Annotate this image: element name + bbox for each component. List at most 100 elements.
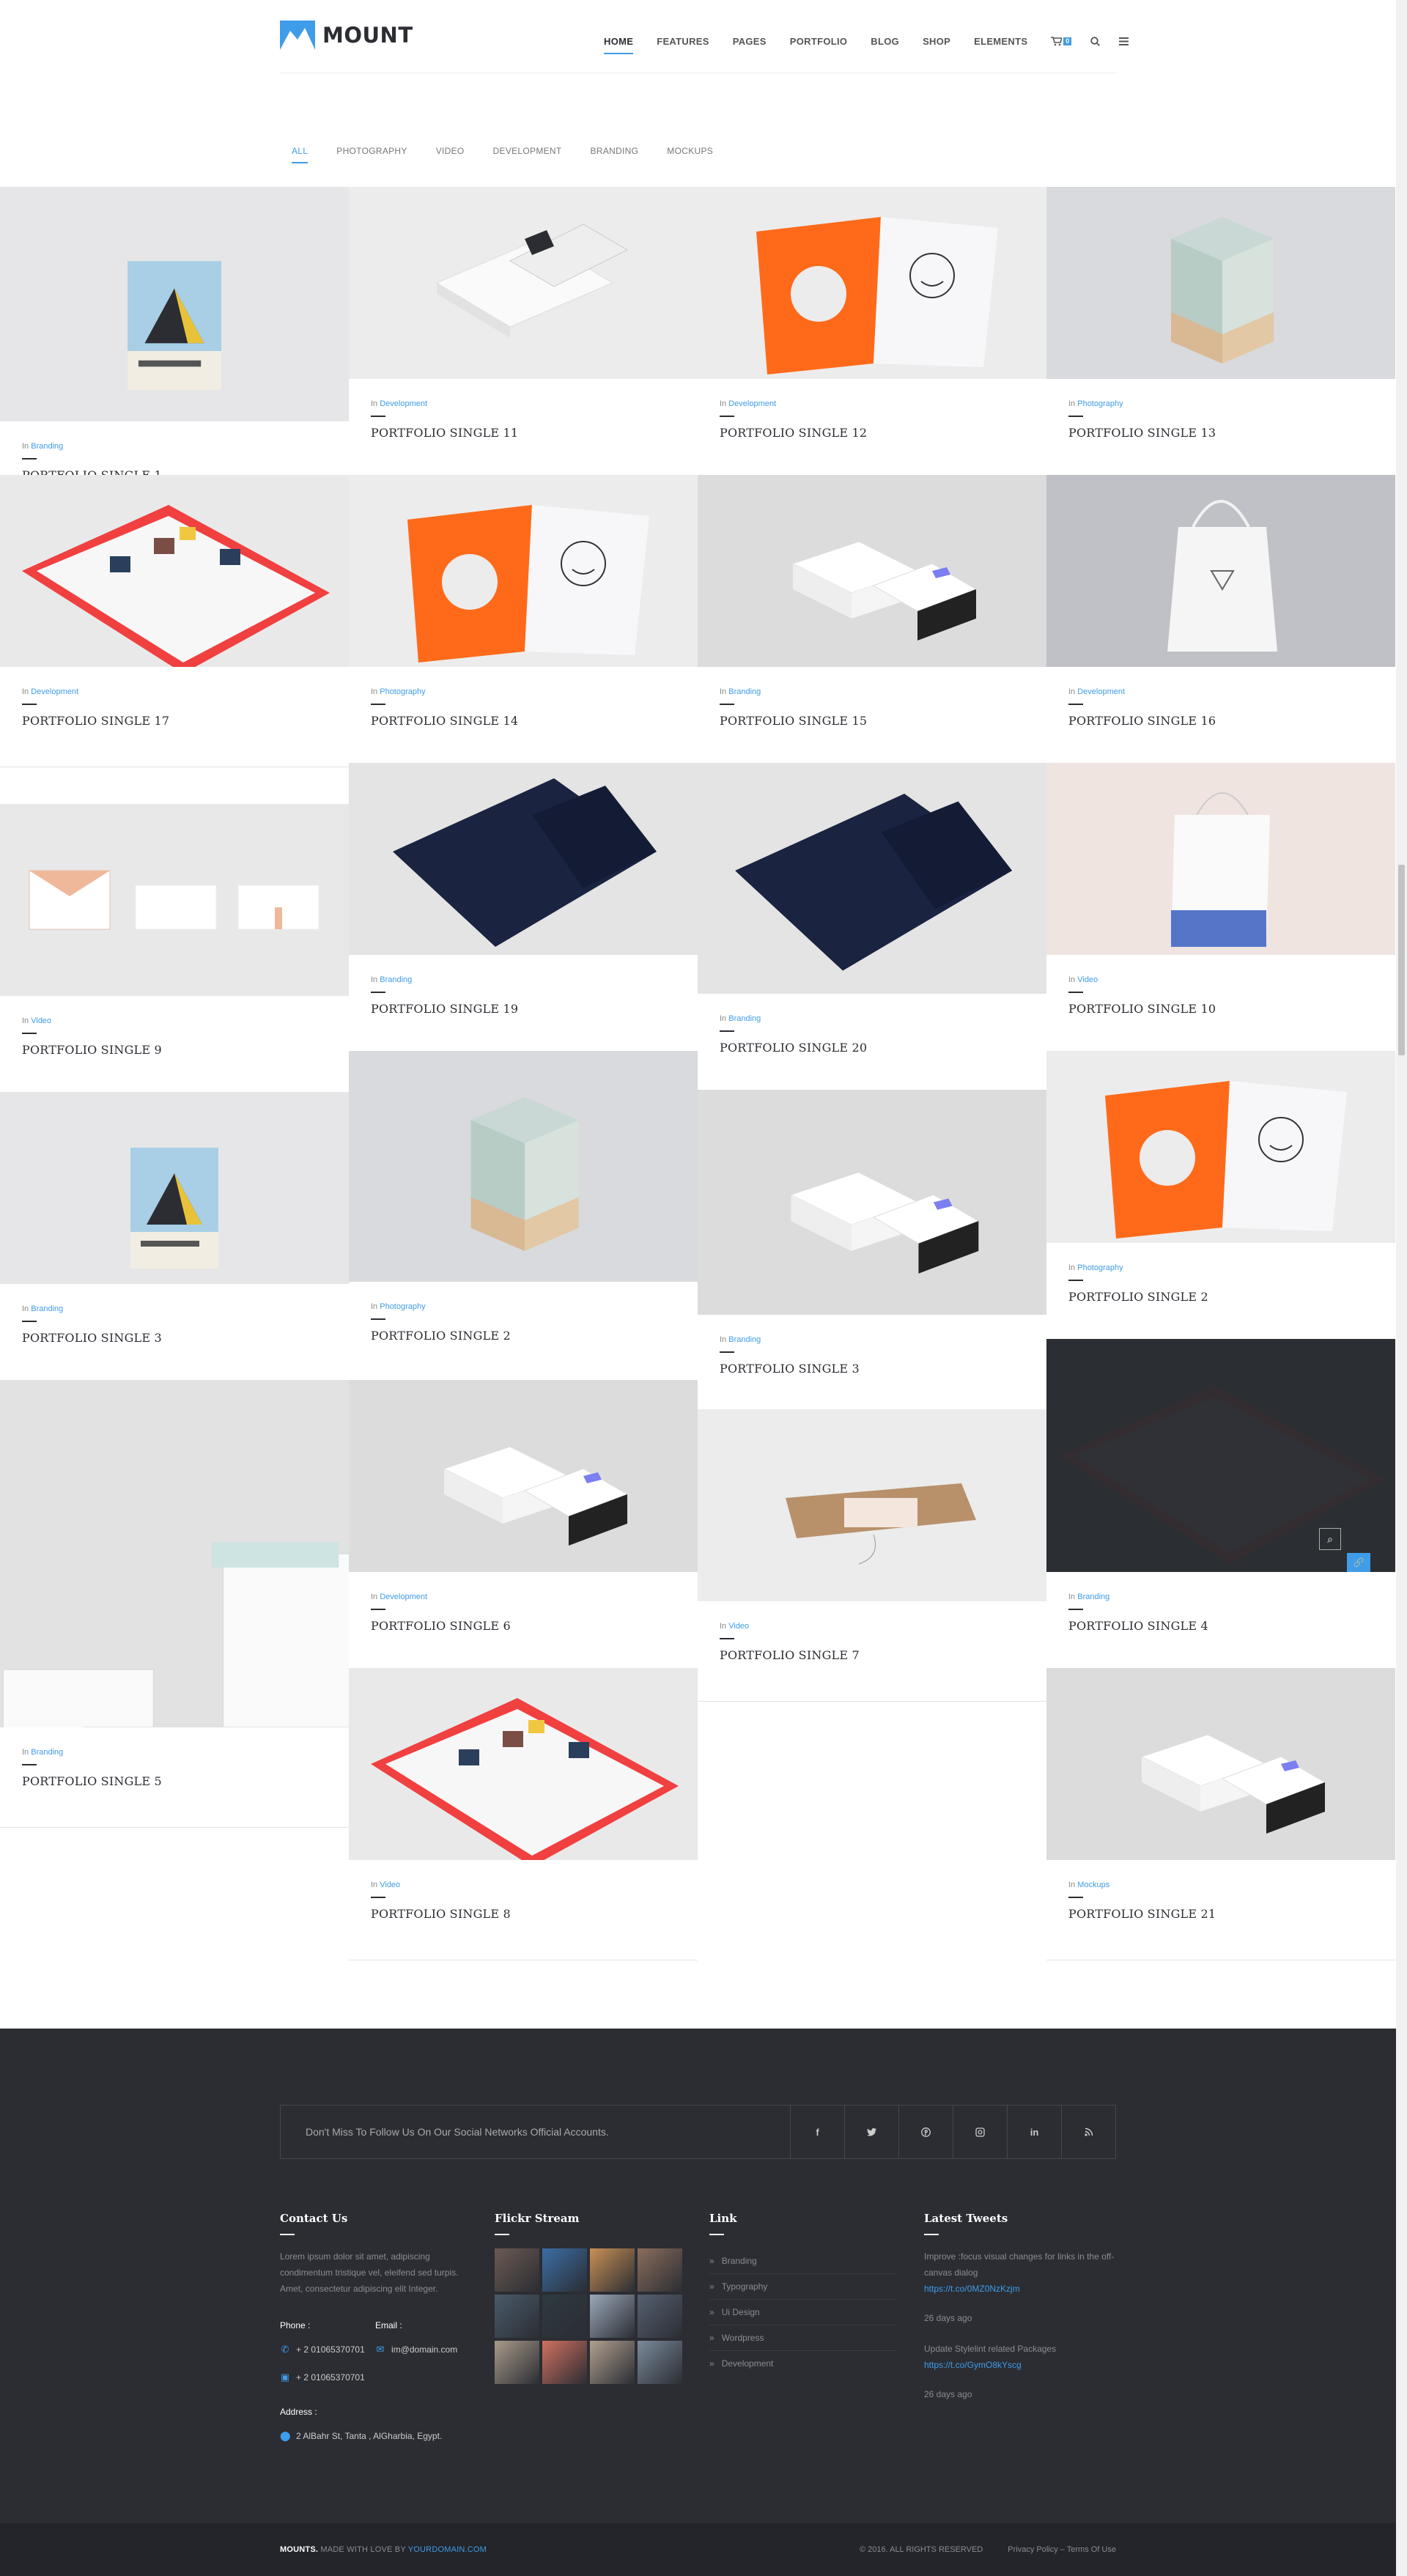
portfolio-thumbnail[interactable] xyxy=(1046,763,1395,955)
portfolio-category-link[interactable]: Branding xyxy=(1077,1593,1109,1601)
tweet-link[interactable]: https://t.co/0MZ0NzKzjm xyxy=(924,2284,1020,2294)
portfolio-category-link[interactable]: Mockups xyxy=(1077,1881,1109,1889)
facebook-icon[interactable]: f xyxy=(790,2106,844,2158)
portfolio-card[interactable]: In BrandingPORTFOLIO SINGLE 1 xyxy=(0,187,349,522)
portfolio-category-link[interactable]: Development xyxy=(1077,687,1125,696)
portfolio-thumbnail[interactable] xyxy=(349,763,698,955)
portfolio-thumbnail[interactable] xyxy=(0,475,349,667)
portfolio-category-link[interactable]: Branding xyxy=(728,1014,761,1023)
portfolio-thumbnail[interactable] xyxy=(1046,187,1395,379)
rss-icon[interactable] xyxy=(1061,2106,1115,2158)
nav-elements[interactable]: ELEMENTS xyxy=(974,36,1027,47)
portfolio-thumbnail[interactable] xyxy=(1046,475,1395,667)
portfolio-category-link[interactable]: Photography xyxy=(380,1302,425,1311)
portfolio-category-link[interactable]: Video xyxy=(728,1622,749,1631)
portfolio-card[interactable]: In Branding PORTFOLIO SINGLE 15 xyxy=(698,475,1046,767)
instagram-icon[interactable] xyxy=(953,2106,1007,2158)
filter-development[interactable]: DEVELOPMENT xyxy=(493,146,562,156)
portfolio-thumbnail[interactable] xyxy=(349,187,698,379)
linkedin-icon[interactable]: in xyxy=(1007,2106,1061,2158)
filter-all[interactable]: ALL xyxy=(292,146,309,163)
portfolio-thumbnail[interactable] xyxy=(698,1090,1046,1315)
logo[interactable]: MOUNT xyxy=(280,21,413,50)
flickr-thumbnail[interactable] xyxy=(495,2341,539,2384)
flickr-thumbnail[interactable] xyxy=(638,2248,682,2292)
nav-home[interactable]: HOME xyxy=(604,36,634,54)
cart-icon[interactable]: 0 xyxy=(1051,36,1072,46)
pinterest-icon[interactable] xyxy=(898,2106,953,2158)
portfolio-card[interactable]: ⌕ 🔗 In Branding PORTFOLIO SINGLE 4 xyxy=(1046,1339,1395,1672)
filter-video[interactable]: VIDEO xyxy=(436,146,465,156)
portfolio-thumbnail[interactable] xyxy=(0,804,349,996)
portfolio-card[interactable]: In Branding PORTFOLIO SINGLE 20 xyxy=(698,763,1046,1094)
search-icon[interactable] xyxy=(1090,36,1101,46)
portfolio-category-link[interactable]: Video xyxy=(1077,975,1098,984)
portfolio-thumbnail[interactable] xyxy=(698,1409,1046,1601)
portfolio-card[interactable]: In Development PORTFOLIO SINGLE 16 xyxy=(1046,475,1395,767)
portfolio-category-link[interactable]: Branding xyxy=(31,1304,63,1313)
privacy-terms-link[interactable]: Privacy Policy – Terms Of Use xyxy=(1008,2545,1116,2554)
portfolio-card[interactable]: In Photography PORTFOLIO SINGLE 2 xyxy=(349,1051,698,1382)
portfolio-title[interactable]: PORTFOLIO SINGLE 7 xyxy=(720,1648,860,1662)
nav-blog[interactable]: BLOG xyxy=(871,36,899,47)
filter-photography[interactable]: PHOTOGRAPHY xyxy=(336,146,407,156)
filter-mockups[interactable]: MOCKUPS xyxy=(667,146,713,156)
portfolio-thumbnail[interactable] xyxy=(0,1092,349,1284)
portfolio-category-link[interactable]: Branding xyxy=(31,442,63,451)
portfolio-title[interactable]: PORTFOLIO SINGLE 16 xyxy=(1068,714,1216,728)
portfolio-category-link[interactable]: Branding xyxy=(380,975,412,984)
zoom-icon[interactable]: ⌕ xyxy=(1319,1528,1341,1550)
footer-link-development[interactable]: » Development xyxy=(709,2351,897,2376)
nav-portfolio[interactable]: PORTFOLIO xyxy=(790,36,848,47)
menu-icon[interactable] xyxy=(1119,37,1129,45)
footer-domain-link[interactable]: YOURDOMAIN.COM xyxy=(408,2545,487,2554)
portfolio-card[interactable]: In Photography PORTFOLIO SINGLE 13 xyxy=(1046,187,1395,479)
tweet-link[interactable]: https://t.co/GymO8kYscg xyxy=(924,2360,1022,2370)
portfolio-thumbnail[interactable] xyxy=(698,187,1046,379)
flickr-thumbnail[interactable] xyxy=(590,2248,635,2292)
portfolio-category-link[interactable]: Branding xyxy=(31,1748,63,1757)
portfolio-thumbnail[interactable] xyxy=(0,187,349,421)
portfolio-card[interactable]: In Video PORTFOLIO SINGLE 9 xyxy=(0,804,349,1096)
portfolio-category-link[interactable]: Development xyxy=(728,399,776,408)
portfolio-card[interactable]: In Mockups PORTFOLIO SINGLE 21 xyxy=(1046,1668,1395,1960)
portfolio-card[interactable]: In Video PORTFOLIO SINGLE 8 xyxy=(349,1668,698,1960)
portfolio-title[interactable]: PORTFOLIO SINGLE 13 xyxy=(1068,426,1216,440)
portfolio-category-link[interactable]: Development xyxy=(380,399,427,408)
portfolio-card[interactable]: In Photography PORTFOLIO SINGLE 2 xyxy=(1046,1051,1395,1343)
twitter-icon[interactable] xyxy=(844,2106,898,2158)
portfolio-thumbnail[interactable] xyxy=(349,1380,698,1572)
flickr-thumbnail[interactable] xyxy=(542,2341,587,2384)
portfolio-category-link[interactable]: Video xyxy=(31,1016,51,1025)
portfolio-title[interactable]: PORTFOLIO SINGLE 21 xyxy=(1068,1907,1216,1921)
portfolio-title[interactable]: PORTFOLIO SINGLE 2 xyxy=(1068,1290,1208,1304)
portfolio-title[interactable]: PORTFOLIO SINGLE 5 xyxy=(22,1774,162,1788)
portfolio-card[interactable]: In Video PORTFOLIO SINGLE 7 xyxy=(698,1409,1046,1702)
portfolio-thumbnail[interactable] xyxy=(698,763,1046,994)
portfolio-title[interactable]: PORTFOLIO SINGLE 4 xyxy=(1068,1619,1208,1633)
portfolio-category-link[interactable]: Photography xyxy=(1077,1263,1123,1272)
nav-shop[interactable]: SHOP xyxy=(923,36,950,47)
portfolio-category-link[interactable]: Branding xyxy=(728,1335,761,1344)
portfolio-thumbnail[interactable] xyxy=(1046,1051,1395,1243)
footer-link-branding[interactable]: » Branding xyxy=(709,2248,897,2274)
portfolio-card[interactable]: In Development PORTFOLIO SINGLE 11 xyxy=(349,187,698,479)
portfolio-card[interactable]: In Photography PORTFOLIO SINGLE 14 xyxy=(349,475,698,767)
portfolio-title[interactable]: PORTFOLIO SINGLE 10 xyxy=(1068,1002,1216,1016)
portfolio-card[interactable]: In Branding PORTFOLIO SINGLE 3 xyxy=(698,1090,1046,1415)
portfolio-title[interactable]: PORTFOLIO SINGLE 9 xyxy=(22,1043,162,1057)
portfolio-card[interactable]: In Development PORTFOLIO SINGLE 6 xyxy=(349,1380,698,1672)
flickr-thumbnail[interactable] xyxy=(542,2248,587,2292)
portfolio-title[interactable]: PORTFOLIO SINGLE 15 xyxy=(720,714,867,728)
portfolio-title[interactable]: PORTFOLIO SINGLE 8 xyxy=(371,1907,511,1921)
portfolio-title[interactable]: PORTFOLIO SINGLE 11 xyxy=(371,426,518,440)
footer-link-wordpress[interactable]: » Wordpress xyxy=(709,2325,897,2351)
portfolio-card[interactable]: In Branding PORTFOLIO SINGLE 3 xyxy=(0,1092,349,1384)
portfolio-title[interactable]: PORTFOLIO SINGLE 14 xyxy=(371,714,518,728)
flickr-thumbnail[interactable] xyxy=(638,2341,682,2384)
portfolio-category-link[interactable]: Development xyxy=(380,1593,427,1601)
portfolio-thumbnail[interactable]: ⌕ 🔗 xyxy=(1046,1339,1395,1572)
portfolio-thumbnail[interactable] xyxy=(698,475,1046,667)
footer-link-typography[interactable]: » Typography xyxy=(709,2274,897,2300)
flickr-thumbnail[interactable] xyxy=(590,2341,635,2384)
